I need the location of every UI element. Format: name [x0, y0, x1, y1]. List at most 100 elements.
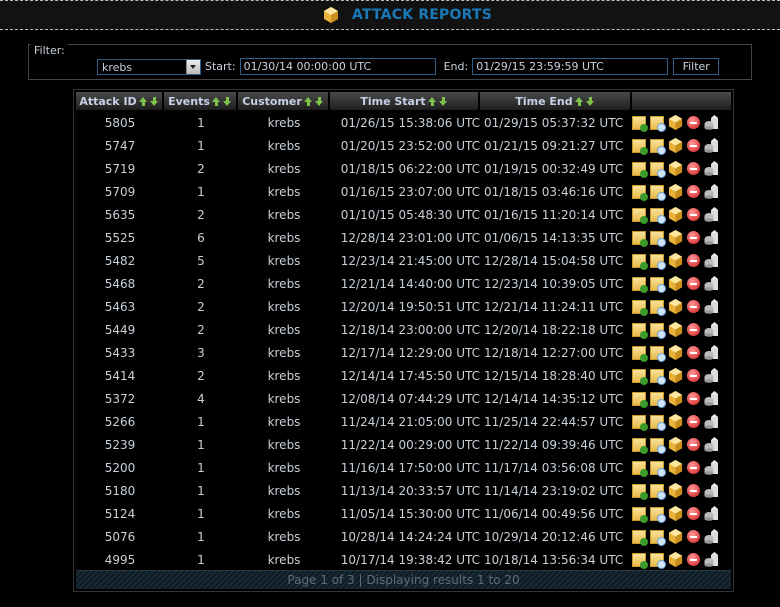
table-row[interactable]: 5709 1 krebs 01/16/15 23:07:00 UTC 01/18… [76, 180, 719, 203]
add-note-icon[interactable] [632, 529, 648, 546]
package-icon[interactable] [668, 414, 683, 429]
delete-icon[interactable] [687, 507, 700, 520]
package-icon[interactable] [668, 207, 683, 222]
package-icon[interactable] [668, 483, 683, 498]
database-icon[interactable] [704, 391, 719, 406]
delete-icon[interactable] [687, 185, 700, 198]
table-row[interactable]: 5482 5 krebs 12/23/14 21:45:00 UTC 12/28… [76, 249, 719, 272]
database-icon[interactable] [704, 345, 719, 360]
table-row[interactable]: 5266 1 krebs 11/24/14 21:05:00 UTC 11/25… [76, 410, 719, 433]
view-note-icon[interactable] [650, 345, 666, 362]
package-icon[interactable] [668, 161, 683, 176]
view-note-icon[interactable] [650, 529, 666, 546]
view-note-icon[interactable] [650, 483, 666, 500]
package-icon[interactable] [668, 368, 683, 383]
view-note-icon[interactable] [650, 115, 666, 132]
view-note-icon[interactable] [650, 161, 666, 178]
view-note-icon[interactable] [650, 322, 666, 339]
add-note-icon[interactable] [632, 460, 648, 477]
add-note-icon[interactable] [632, 322, 648, 339]
database-icon[interactable] [704, 161, 719, 176]
delete-icon[interactable] [687, 415, 700, 428]
table-row[interactable]: 5433 3 krebs 12/17/14 12:29:00 UTC 12/18… [76, 341, 719, 364]
table-row[interactable]: 5449 2 krebs 12/18/14 23:00:00 UTC 12/20… [76, 318, 719, 341]
table-row[interactable]: 5239 1 krebs 11/22/14 00:29:00 UTC 11/22… [76, 433, 719, 456]
delete-icon[interactable] [687, 553, 700, 566]
sort-desc-icon[interactable] [314, 96, 324, 106]
add-note-icon[interactable] [632, 230, 648, 247]
add-note-icon[interactable] [632, 368, 648, 385]
package-icon[interactable] [668, 184, 683, 199]
view-note-icon[interactable] [650, 299, 666, 316]
add-note-icon[interactable] [632, 437, 648, 454]
table-row[interactable]: 5414 2 krebs 12/14/14 17:45:50 UTC 12/15… [76, 364, 719, 387]
database-icon[interactable] [704, 529, 719, 544]
table-row[interactable]: 5124 1 krebs 11/05/14 15:30:00 UTC 11/06… [76, 502, 719, 525]
add-note-icon[interactable] [632, 253, 648, 270]
end-date-input[interactable] [472, 58, 669, 75]
package-icon[interactable] [668, 253, 683, 268]
delete-icon[interactable] [687, 369, 700, 382]
add-note-icon[interactable] [632, 483, 648, 500]
package-icon[interactable] [668, 276, 683, 291]
col-events[interactable]: Events [164, 92, 238, 110]
add-note-icon[interactable] [632, 506, 648, 523]
table-row[interactable]: 5719 2 krebs 01/18/15 06:22:00 UTC 01/19… [76, 157, 719, 180]
package-icon[interactable] [668, 460, 683, 475]
sort-asc-icon[interactable] [303, 96, 313, 106]
table-row[interactable]: 5076 1 krebs 10/28/14 14:24:24 UTC 10/29… [76, 525, 719, 548]
package-icon[interactable] [668, 230, 683, 245]
table-row[interactable]: 5635 2 krebs 01/10/15 05:48:30 UTC 01/16… [76, 203, 719, 226]
package-icon[interactable] [668, 115, 683, 130]
add-note-icon[interactable] [632, 138, 648, 155]
delete-icon[interactable] [687, 438, 700, 451]
database-icon[interactable] [704, 460, 719, 475]
package-icon[interactable] [668, 529, 683, 544]
customer-select[interactable]: krebs [97, 58, 201, 75]
delete-icon[interactable] [687, 461, 700, 474]
sort-asc-icon[interactable] [138, 96, 148, 106]
delete-icon[interactable] [687, 323, 700, 336]
chevron-down-icon[interactable] [186, 59, 200, 74]
col-time-end[interactable]: Time End [480, 92, 632, 110]
table-row[interactable]: 5463 2 krebs 12/20/14 19:50:51 UTC 12/21… [76, 295, 719, 318]
database-icon[interactable] [704, 299, 719, 314]
col-attack-id[interactable]: Attack ID [76, 92, 164, 110]
table-row[interactable]: 5525 6 krebs 12/28/14 23:01:00 UTC 01/06… [76, 226, 719, 249]
view-note-icon[interactable] [650, 138, 666, 155]
view-note-icon[interactable] [650, 207, 666, 224]
add-note-icon[interactable] [632, 276, 648, 293]
add-note-icon[interactable] [632, 552, 648, 569]
sort-desc-icon[interactable] [438, 96, 448, 106]
delete-icon[interactable] [687, 300, 700, 313]
delete-icon[interactable] [687, 392, 700, 405]
view-note-icon[interactable] [650, 184, 666, 201]
view-note-icon[interactable] [650, 253, 666, 270]
database-icon[interactable] [704, 276, 719, 291]
view-note-icon[interactable] [650, 552, 666, 569]
add-note-icon[interactable] [632, 184, 648, 201]
database-icon[interactable] [704, 414, 719, 429]
database-icon[interactable] [704, 552, 719, 567]
delete-icon[interactable] [687, 231, 700, 244]
add-note-icon[interactable] [632, 115, 648, 132]
database-icon[interactable] [704, 230, 719, 245]
database-icon[interactable] [704, 184, 719, 199]
add-note-icon[interactable] [632, 414, 648, 431]
database-icon[interactable] [704, 437, 719, 452]
delete-icon[interactable] [687, 530, 700, 543]
table-row[interactable]: 5747 1 krebs 01/20/15 23:52:00 UTC 01/21… [76, 134, 719, 157]
package-icon[interactable] [668, 506, 683, 521]
add-note-icon[interactable] [632, 391, 648, 408]
table-row[interactable]: 4995 1 krebs 10/17/14 19:38:42 UTC 10/18… [76, 548, 719, 571]
sort-desc-icon[interactable] [149, 96, 159, 106]
filter-button[interactable]: Filter [673, 58, 720, 75]
package-icon[interactable] [668, 552, 683, 567]
database-icon[interactable] [704, 115, 719, 130]
package-icon[interactable] [668, 437, 683, 452]
sort-asc-icon[interactable] [211, 96, 221, 106]
view-note-icon[interactable] [650, 506, 666, 523]
database-icon[interactable] [704, 483, 719, 498]
delete-icon[interactable] [687, 116, 700, 129]
view-note-icon[interactable] [650, 414, 666, 431]
